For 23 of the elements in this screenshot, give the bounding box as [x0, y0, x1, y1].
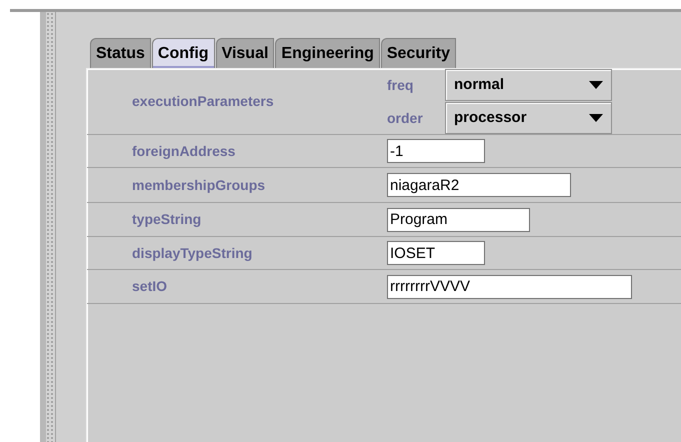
- text-field[interactable]: Program: [387, 208, 530, 232]
- tab[interactable]: Config: [152, 38, 215, 68]
- text-field[interactable]: IOSET: [387, 241, 485, 265]
- tab[interactable]: Engineering: [275, 38, 380, 68]
- dropdown[interactable]: normal: [445, 69, 612, 101]
- caret-icon: [589, 81, 603, 89]
- property-label: setIO: [131, 277, 168, 296]
- text-field[interactable]: -1: [387, 139, 485, 163]
- choice-label: freq: [387, 76, 414, 95]
- choice-label: order: [387, 108, 424, 128]
- property-label: membershipGroups: [131, 176, 266, 195]
- property-label: executionParameters: [131, 92, 275, 111]
- splitter-handle[interactable]: [46, 12, 56, 442]
- tab[interactable]: Security: [380, 38, 456, 68]
- property-label: foreignAddress: [131, 142, 236, 161]
- text-field[interactable]: rrrrrrrrVVVV: [387, 274, 632, 298]
- dropdown[interactable]: processor: [445, 102, 612, 134]
- text-field[interactable]: niagaraR2: [387, 173, 571, 197]
- tab[interactable]: Status: [90, 38, 151, 68]
- tab[interactable]: Visual: [216, 38, 274, 68]
- property-label: typeString: [131, 210, 202, 229]
- property-label: displayTypeString: [131, 244, 254, 263]
- caret-icon: [589, 114, 603, 122]
